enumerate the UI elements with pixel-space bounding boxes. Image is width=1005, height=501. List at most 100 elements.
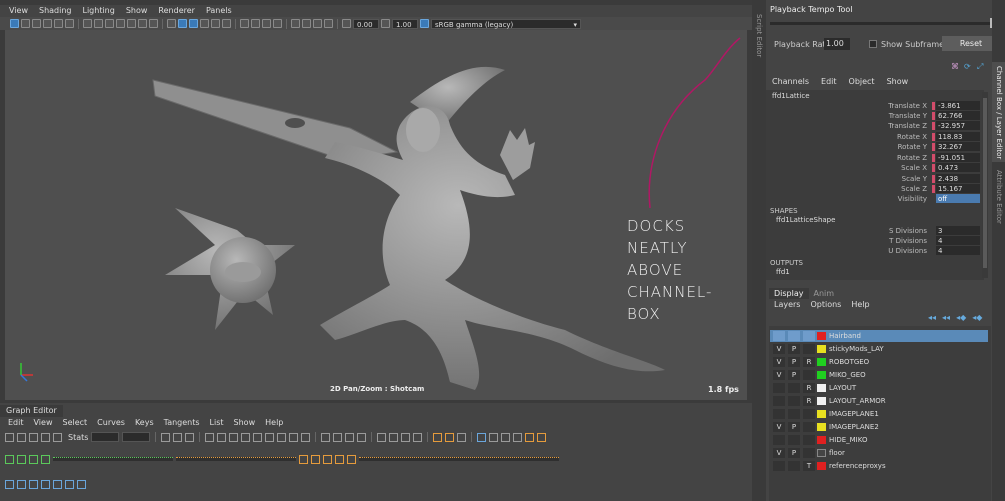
layer-playback-toggle[interactable] [788, 409, 800, 419]
node-editor-icon[interactable]: ⌘ [951, 62, 960, 71]
depth-of-field-icon[interactable] [273, 19, 282, 28]
move-key-icon[interactable] [5, 432, 14, 442]
layer-menu-options[interactable]: Options [810, 300, 841, 309]
ge-sync-icon[interactable] [65, 479, 74, 489]
grease-pencil-icon[interactable] [65, 19, 74, 28]
channel-value[interactable]: 62.766 [936, 111, 980, 120]
viewport-canvas[interactable]: 2D Pan/Zoom : Shotcam 1.8 fps DOCKS NEAT… [5, 30, 747, 400]
timeline-icon[interactable] [525, 432, 535, 442]
channel-row[interactable]: Scale Y 2.438 [770, 174, 980, 184]
use-all-lights-icon[interactable] [211, 19, 220, 28]
frame-playback-icon[interactable] [173, 432, 183, 442]
ge-menu-help[interactable]: Help [265, 417, 283, 429]
layer-visibility-toggle[interactable] [773, 435, 785, 445]
layer-row[interactable]: V P MIKO_GEO [770, 369, 988, 381]
channel-row[interactable]: Translate Z -32.957 [770, 121, 980, 131]
curve-shape-2-icon[interactable] [311, 454, 320, 464]
channel-value[interactable]: -3.861 [936, 101, 980, 110]
curve-shape-4-icon[interactable] [335, 454, 344, 464]
dope-sheet-icon[interactable] [501, 432, 511, 442]
layer-color-swatch[interactable] [817, 332, 826, 340]
channel-value[interactable]: off [936, 194, 980, 203]
layer-display-type-toggle[interactable] [803, 435, 815, 445]
layer-row[interactable]: V P R ROBOTGEO [770, 356, 988, 368]
resolution-gate-icon[interactable] [105, 19, 114, 28]
swap-buffer-icon[interactable] [357, 432, 367, 442]
ac-icon[interactable] [5, 479, 14, 489]
two-d-pan-icon[interactable] [54, 19, 63, 28]
ge-menu-show[interactable]: Show [234, 417, 256, 429]
cycle-offset-icon[interactable] [413, 432, 423, 442]
shape-row[interactable]: T Divisions 4 [770, 236, 980, 246]
layer-display-type-toggle[interactable] [803, 331, 815, 341]
channel-value[interactable]: 2.438 [936, 174, 980, 183]
layer-visibility-toggle[interactable] [773, 409, 785, 419]
gamma-field[interactable]: 1.00 [392, 18, 418, 29]
tween-slider-2[interactable] [176, 457, 296, 461]
nudge-left-icon[interactable] [29, 454, 38, 464]
tween-slider-1[interactable] [53, 457, 173, 461]
layer-name[interactable]: referenceproxys [829, 460, 886, 472]
menu-panels[interactable]: Panels [206, 5, 232, 17]
expand-icon[interactable]: ⤢ [977, 62, 986, 71]
plateau-tangent-icon[interactable] [277, 432, 287, 442]
normalize-icon[interactable] [433, 432, 443, 442]
layer-name[interactable]: IMAGEPLANE2 [829, 421, 879, 433]
layer-row[interactable]: R LAYOUT_ARMOR [770, 395, 988, 407]
ge-menu-curves[interactable]: Curves [97, 417, 125, 429]
ge-options-icon[interactable] [77, 479, 86, 489]
tab-anim[interactable]: Anim [809, 288, 840, 299]
lattice-icon[interactable] [29, 432, 38, 442]
camera-attributes-icon[interactable] [21, 19, 30, 28]
buffer-curve-icon[interactable] [345, 432, 355, 442]
layer-visibility-toggle[interactable]: V [773, 357, 785, 367]
textured-icon[interactable] [200, 19, 209, 28]
bookmark-icon[interactable] [32, 19, 41, 28]
layer-display-type-toggle[interactable]: R [803, 383, 815, 393]
curve-list-icon[interactable] [537, 432, 547, 442]
stats-field-2[interactable] [122, 432, 151, 442]
channel-row[interactable]: Translate Y 62.766 [770, 111, 980, 121]
graph-editor-title[interactable]: Graph Editor [0, 405, 63, 417]
layer-name[interactable]: Hairband [829, 330, 861, 342]
tween-slider-3[interactable] [359, 457, 559, 461]
gamma-icon[interactable] [381, 19, 390, 28]
ge-menu-tangents[interactable]: Tangents [164, 417, 200, 429]
layer-playback-toggle[interactable]: P [788, 448, 800, 458]
layer-name[interactable]: IMAGEPLANE1 [829, 408, 879, 420]
channel-row[interactable]: Scale Z 15.167 [770, 184, 980, 194]
layer-display-type-toggle[interactable] [803, 370, 815, 380]
lock-tangent-icon[interactable] [333, 432, 343, 442]
isolate-select-icon[interactable] [291, 19, 300, 28]
layer-color-swatch[interactable] [817, 436, 826, 444]
layer-row[interactable]: IMAGEPLANE1 [770, 408, 988, 420]
new-layer-selected-icon[interactable]: ◂◆ [972, 313, 982, 322]
retime-icon[interactable] [53, 432, 62, 442]
channel-row[interactable]: Rotate Y 32.267 [770, 142, 980, 152]
flat-tangent-icon[interactable] [253, 432, 263, 442]
layer-row[interactable]: HIDE_MIKO [770, 434, 988, 446]
value-snap-icon[interactable] [489, 432, 499, 442]
clamped-tangent-icon[interactable] [229, 432, 239, 442]
ge-menu-select[interactable]: Select [62, 417, 87, 429]
layer-color-swatch[interactable] [817, 358, 826, 366]
shape-value[interactable]: 4 [936, 246, 980, 255]
wireframe-on-shaded-icon[interactable] [189, 19, 198, 28]
safe-action-icon[interactable] [138, 19, 147, 28]
channel-value[interactable]: 32.267 [936, 142, 980, 151]
stacked-curves-icon[interactable] [457, 432, 467, 442]
layer-name[interactable]: LAYOUT [829, 382, 856, 394]
cb-menu-show[interactable]: Show [887, 77, 909, 86]
linear-tangent-icon[interactable] [241, 432, 251, 442]
layer-row[interactable]: R LAYOUT [770, 382, 988, 394]
ge-filter-icon[interactable] [53, 479, 62, 489]
cb-menu-object[interactable]: Object [849, 77, 875, 86]
layer-visibility-toggle[interactable]: V [773, 422, 785, 432]
layer-visibility-toggle[interactable] [773, 396, 785, 406]
field-chart-icon[interactable] [127, 19, 136, 28]
step-tangent-icon[interactable] [265, 432, 275, 442]
layer-color-swatch[interactable] [817, 384, 826, 392]
cb-scroll-thumb[interactable] [983, 98, 987, 268]
channel-row[interactable]: Scale X 0.473 [770, 163, 980, 173]
cb-menu-channels[interactable]: Channels [772, 77, 809, 86]
